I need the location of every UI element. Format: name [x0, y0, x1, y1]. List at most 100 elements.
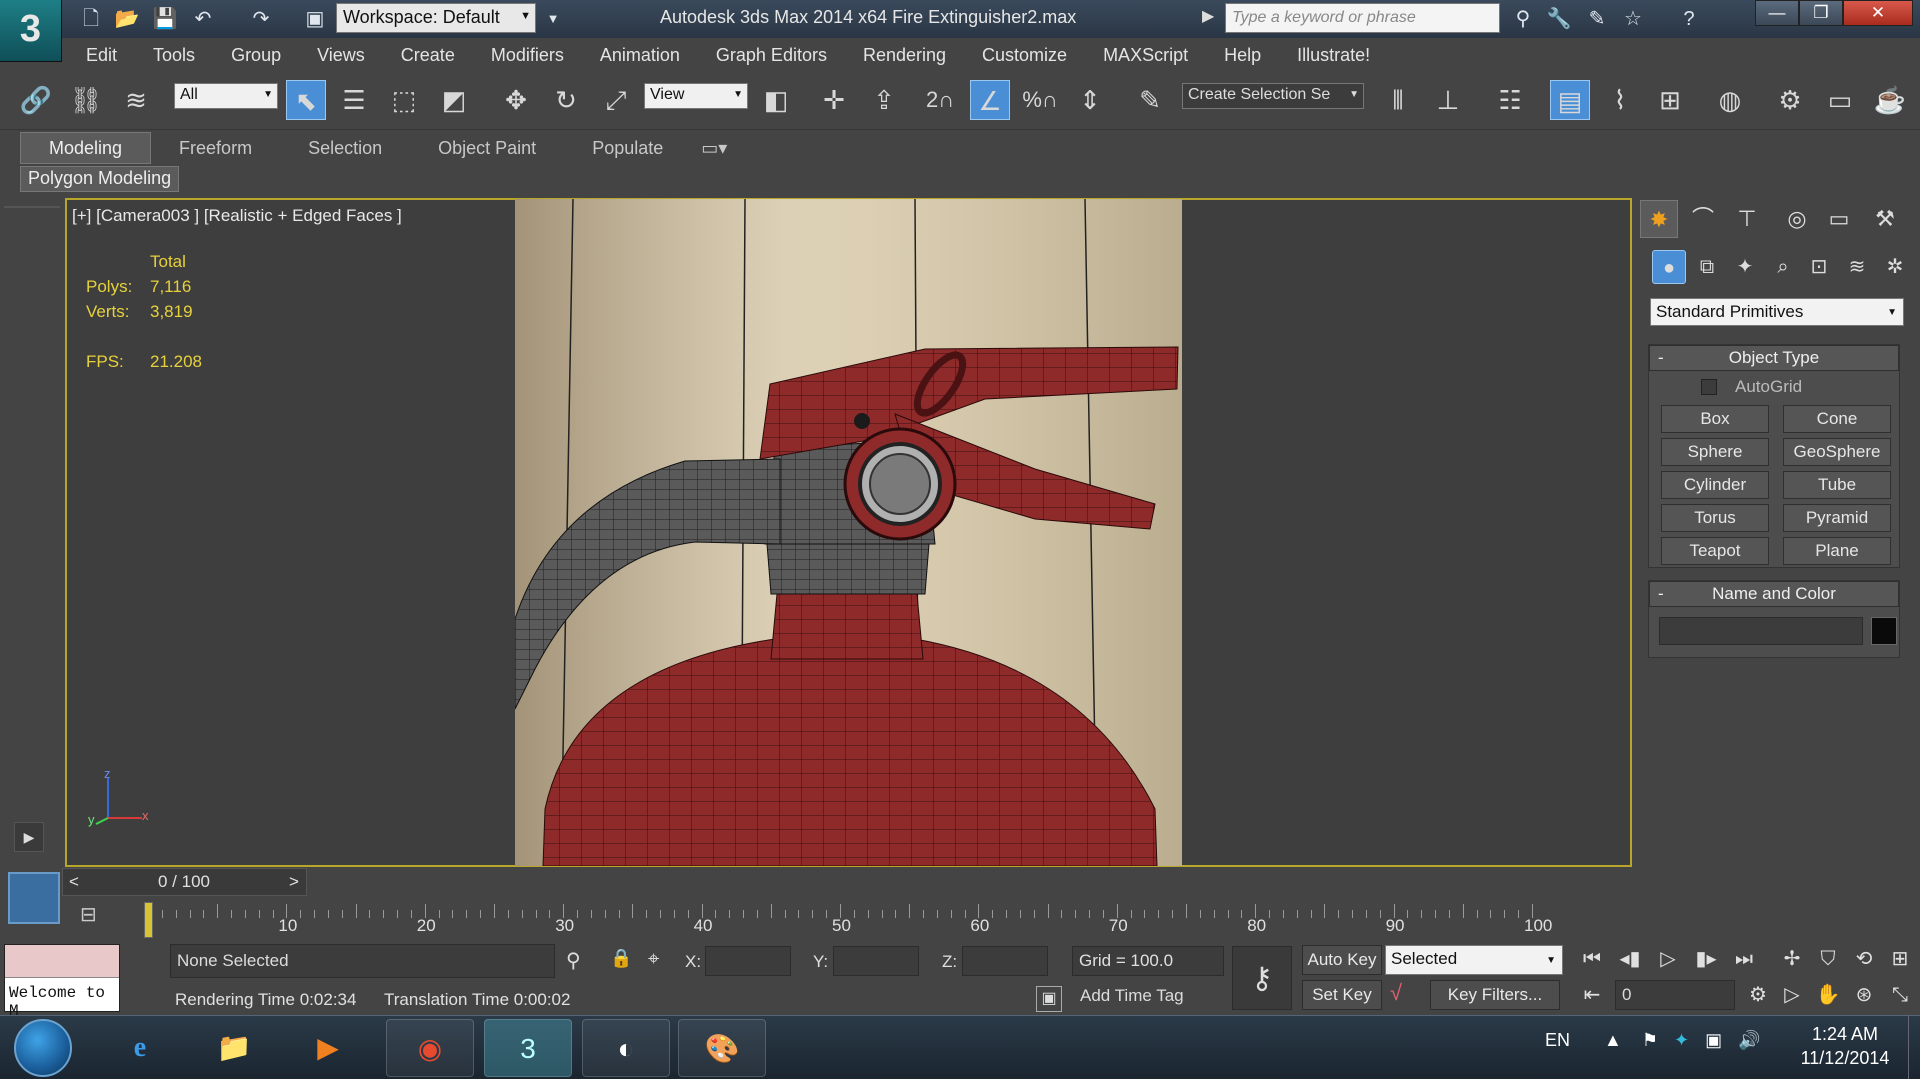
space-warps-icon[interactable]: ≋ [1840, 250, 1874, 284]
menu-views[interactable]: Views [299, 38, 383, 72]
play-icon[interactable]: ▷ [1652, 944, 1684, 974]
volume-icon[interactable]: 🔊 [1738, 1030, 1760, 1051]
undo-icon[interactable]: ↶ [190, 6, 216, 32]
add-time-tag[interactable]: Add Time Tag [1072, 980, 1224, 1010]
close-button[interactable]: ✕ [1843, 0, 1913, 26]
key-mode-toggle-icon[interactable]: ⇤ [1576, 980, 1608, 1010]
3ds-max-taskbar-icon[interactable]: 3 [484, 1019, 572, 1077]
selection-lock-icon[interactable]: 🔒 [610, 948, 632, 969]
motion-tab-icon[interactable]: ◎ [1778, 200, 1816, 238]
create-tab-icon[interactable]: ✸ [1640, 200, 1678, 238]
workspace-expand-icon[interactable]: ▼ [540, 6, 566, 32]
auto-key-button[interactable]: Auto Key [1302, 945, 1382, 975]
set-key-icon[interactable]: ⚷ [1232, 946, 1292, 1010]
angle-snap-icon[interactable]: ∠ [970, 80, 1010, 120]
snaps-toggle-icon[interactable]: 2∩ [920, 80, 960, 120]
start-button[interactable] [14, 1019, 72, 1077]
zoom-extents-icon[interactable]: ✢ [1776, 944, 1808, 974]
name-and-color-header[interactable]: - Name and Color [1649, 581, 1899, 607]
help-icon[interactable]: ? [1676, 6, 1702, 32]
tab-object-paint[interactable]: Object Paint [410, 133, 564, 163]
menu-illustrate[interactable]: Illustrate! [1279, 38, 1388, 72]
named-selection-dropdown[interactable]: Create Selection Se ▼ [1182, 83, 1364, 109]
field-of-view-icon[interactable]: ⛉ [1812, 944, 1844, 974]
menu-customize[interactable]: Customize [964, 38, 1085, 72]
systems-icon[interactable]: ✲ [1878, 250, 1912, 284]
menu-create[interactable]: Create [383, 38, 473, 72]
mini-curve-editor-button[interactable] [8, 872, 60, 924]
mirror-icon[interactable]: ⫴ [1378, 80, 1418, 120]
time-slider[interactable]: < 0 / 100 > [62, 868, 307, 896]
maximize-button[interactable]: ❐ [1799, 0, 1843, 26]
menu-rendering[interactable]: Rendering [845, 38, 964, 72]
maximize-viewport-icon[interactable]: ⊞ [1884, 944, 1916, 974]
select-by-name-icon[interactable]: ☰ [334, 80, 374, 120]
new-file-icon[interactable]: 🗋 [78, 6, 104, 32]
menu-help[interactable]: Help [1206, 38, 1279, 72]
layer-explorer-icon[interactable]: ☷ [1490, 80, 1530, 120]
move-icon[interactable]: ✥ [496, 80, 536, 120]
toggle-ribbon-icon[interactable]: ▤ [1550, 80, 1590, 120]
chrome-icon[interactable]: ◉ [386, 1019, 474, 1077]
menu-group[interactable]: Group [213, 38, 299, 72]
display-tab-icon[interactable]: ▭ [1820, 200, 1858, 238]
render-setup-icon[interactable]: ⚙ [1770, 80, 1810, 120]
select-manipulate-icon[interactable]: ✛ [814, 80, 854, 120]
open-file-icon[interactable]: 📂 [114, 6, 140, 32]
rotate-icon[interactable]: ↻ [546, 80, 586, 120]
next-frame-icon[interactable]: ▮▸ [1690, 944, 1722, 974]
key-filters-button[interactable]: Key Filters... [1430, 980, 1560, 1010]
modify-tab-icon[interactable]: ⌒ [1684, 200, 1722, 238]
set-key-button[interactable]: Set Key [1302, 980, 1382, 1010]
absolute-mode-icon[interactable]: ⌖ [648, 948, 659, 971]
link-icon[interactable]: 🔗 [16, 80, 56, 120]
geometry-icon[interactable]: ● [1652, 250, 1686, 284]
align-icon[interactable]: ⊥ [1428, 80, 1468, 120]
menu-graph-editors[interactable]: Graph Editors [698, 38, 845, 72]
schematic-view-icon[interactable]: ⊞ [1650, 80, 1690, 120]
expand-viewport-icon[interactable]: ▶ [14, 822, 44, 852]
sphere-button[interactable]: Sphere [1661, 438, 1769, 466]
select-object-icon[interactable]: ⬉ [286, 80, 326, 120]
menu-modifiers[interactable]: Modifiers [473, 38, 582, 72]
material-editor-icon[interactable]: ◍ [1710, 80, 1750, 120]
redo-icon[interactable]: ↷ [248, 6, 274, 32]
search-expand-icon[interactable]: ▶ [1202, 6, 1214, 26]
plane-button[interactable]: Plane [1783, 537, 1891, 565]
edit-named-selection-icon[interactable]: ✎ [1130, 80, 1170, 120]
network-icon[interactable]: ▣ [1705, 1030, 1722, 1051]
app-menu-button[interactable]: 3 [0, 0, 62, 62]
render-production-icon[interactable]: ☕ [1870, 80, 1910, 120]
tube-button[interactable]: Tube [1783, 471, 1891, 499]
time-configuration-icon[interactable]: ⚙ [1742, 980, 1774, 1010]
show-desktop-button[interactable] [1908, 1015, 1920, 1079]
tab-populate[interactable]: Populate [564, 133, 691, 163]
geosphere-button[interactable]: GeoSphere [1783, 438, 1891, 466]
communication-icon[interactable]: ✎ [1584, 6, 1610, 32]
key-mode-icon[interactable]: √ [1390, 980, 1402, 1006]
window-crossing-icon[interactable]: ◩ [434, 80, 474, 120]
menu-tools[interactable]: Tools [135, 38, 213, 72]
dropbox-icon[interactable]: ✦ [1674, 1030, 1689, 1051]
rectangular-selection-icon[interactable]: ⬚ [384, 80, 424, 120]
track-bar-playhead[interactable] [144, 902, 153, 938]
time-tag-icon[interactable]: ▣ [1036, 986, 1062, 1012]
keyboard-shortcut-override-icon[interactable]: ⇪ [864, 80, 904, 120]
go-to-end-icon[interactable]: ⏭ [1728, 944, 1760, 974]
curve-editor-icon[interactable]: ⌇ [1600, 80, 1640, 120]
dolly-icon[interactable]: ▷ [1776, 980, 1808, 1010]
torus-button[interactable]: Torus [1661, 504, 1769, 532]
utilities-tab-icon[interactable]: ⚒ [1866, 200, 1904, 238]
listener-output[interactable] [5, 945, 119, 977]
media-app-icon[interactable]: ◐ [582, 1019, 670, 1077]
time-slider-next[interactable]: > [289, 872, 299, 892]
track-bar-filter-icon[interactable]: ⊟ [80, 902, 112, 930]
ribbon-options-icon[interactable]: ▭▾ [691, 133, 737, 163]
z-coord-field[interactable] [962, 946, 1048, 976]
language-indicator[interactable]: EN [1545, 1030, 1570, 1051]
object-type-header[interactable]: - Object Type [1649, 345, 1899, 371]
hierarchy-tab-icon[interactable]: ⊤ [1728, 200, 1766, 238]
min-max-toggle-icon[interactable]: ⤡ [1884, 980, 1916, 1010]
viewport-label[interactable]: [+] [Camera003 ] [Realistic + Edged Face… [72, 206, 402, 226]
cameras-icon[interactable]: ⌕ [1766, 250, 1800, 284]
